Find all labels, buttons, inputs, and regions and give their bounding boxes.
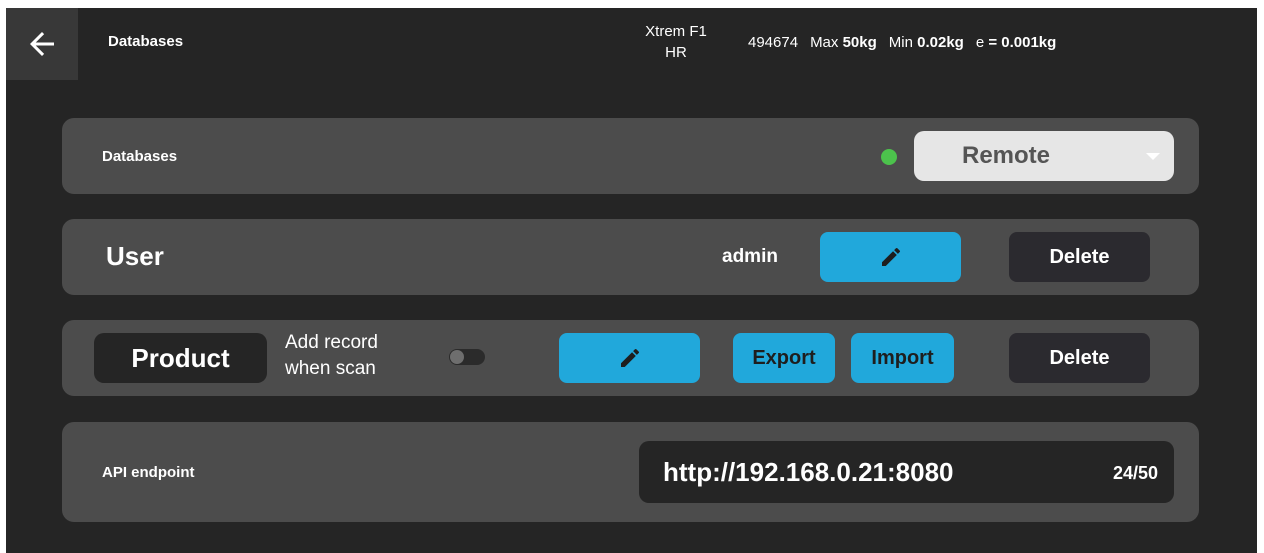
- delete-user-button[interactable]: Delete: [1009, 232, 1150, 282]
- database-select-value: Remote: [962, 142, 1051, 169]
- e-label: e: [975, 34, 985, 51]
- e-value: = 0.001kg: [988, 34, 1057, 51]
- min-value: 0.02kg: [917, 34, 964, 51]
- user-card: User admin Delete: [62, 219, 1199, 295]
- add-record-line2: when scan: [285, 358, 376, 379]
- device-model-line2: HR: [665, 44, 687, 61]
- pencil-icon: [620, 348, 639, 367]
- device-model: Xtrem F1 HR: [640, 21, 712, 63]
- export-button[interactable]: Export: [733, 333, 835, 383]
- api-endpoint-value: http://192.168.0.21:8080: [663, 457, 954, 487]
- database-select[interactable]: Remote: [914, 131, 1174, 181]
- device-model-line1: Xtrem F1: [645, 23, 707, 40]
- connection-status-dot: [881, 149, 897, 165]
- min-label: Min: [888, 34, 913, 51]
- app-screen: Databases Xtrem F1 HR 494674 Max 50kg Min …: [6, 8, 1257, 553]
- caret-down-icon: [1146, 153, 1160, 160]
- pencil-icon: [881, 247, 900, 266]
- product-label: Product: [94, 333, 267, 383]
- delete-product-button[interactable]: Delete: [1009, 333, 1150, 383]
- username-value: admin: [722, 246, 778, 267]
- add-record-line1: Add record: [285, 332, 378, 353]
- toggle-knob: [450, 350, 464, 364]
- add-record-toggle[interactable]: [449, 349, 485, 365]
- character-counter: 24/50: [1112, 463, 1158, 483]
- api-endpoint-input[interactable]: http://192.168.0.21:8080 24/50: [639, 441, 1174, 503]
- scale-specs: 494674 Max 50kg Min 0.02kg e = 0.001kg: [748, 34, 1056, 51]
- import-button[interactable]: Import: [851, 333, 954, 383]
- max-value: 50kg: [842, 34, 877, 51]
- max-label: Max: [810, 34, 839, 51]
- serial-number: 494674: [748, 34, 799, 51]
- back-button[interactable]: [6, 8, 78, 80]
- edit-product-button[interactable]: [559, 333, 700, 383]
- product-card: Product Add record when scan Export Impo…: [62, 320, 1199, 396]
- api-endpoint-card: API endpoint http://192.168.0.21:8080 24…: [62, 422, 1199, 522]
- api-endpoint-label: API endpoint: [102, 464, 195, 481]
- add-record-label: Add record when scan: [285, 330, 425, 382]
- edit-user-button[interactable]: [820, 232, 961, 282]
- user-label: User: [106, 241, 164, 271]
- page-title: Databases: [108, 33, 184, 50]
- arrow-left-icon: [30, 32, 54, 56]
- databases-card: Databases Remote: [62, 118, 1199, 194]
- databases-label: Databases: [102, 148, 178, 165]
